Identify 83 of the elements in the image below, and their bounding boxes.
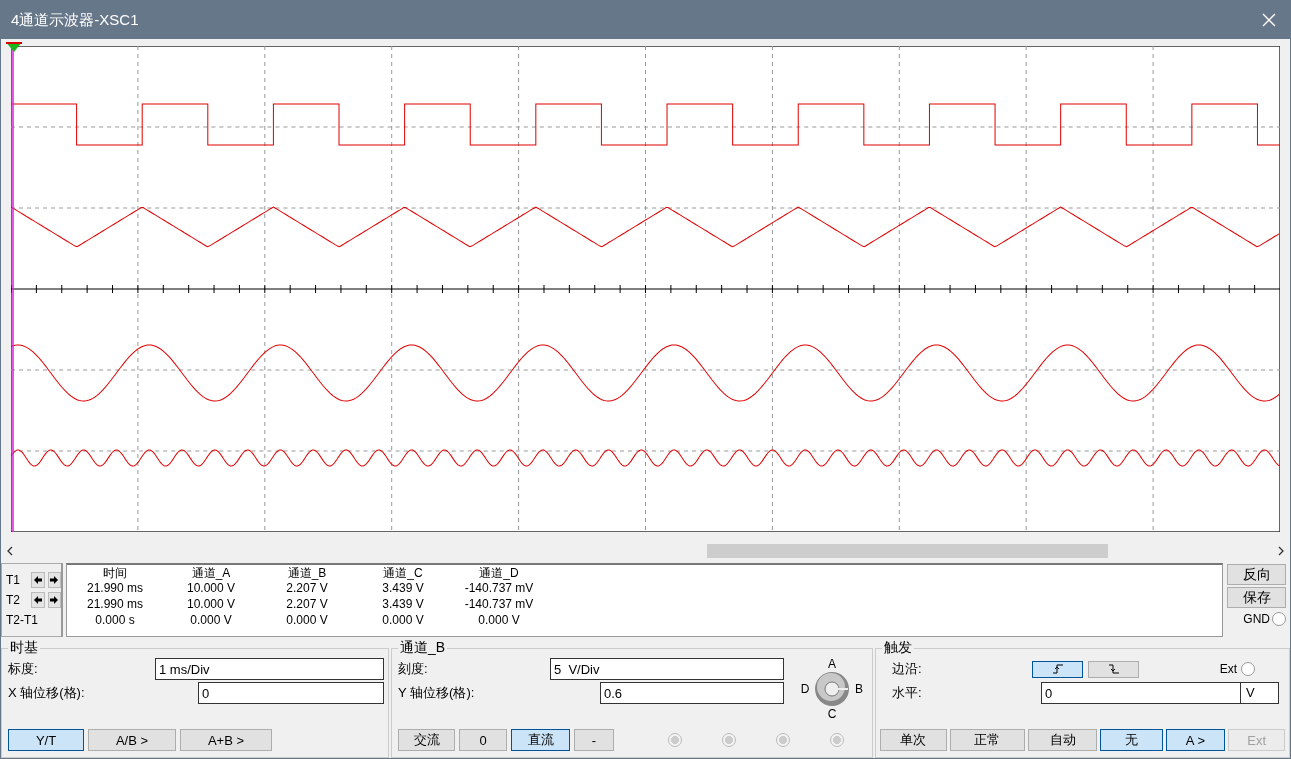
cursor-marker-icon[interactable] xyxy=(6,42,22,52)
edge-button[interactable] xyxy=(1088,660,1139,678)
table-cell-text: 21.990 ms xyxy=(85,597,144,613)
falling-edge-icon xyxy=(1107,664,1120,674)
left-arrow-icon xyxy=(32,575,43,585)
window-title: 4通道示波器-XSC1 xyxy=(11,10,139,30)
edge-button[interactable] xyxy=(1032,660,1083,678)
trigger-mode-button[interactable]: 无 xyxy=(1099,729,1163,751)
channel-radio[interactable] xyxy=(830,733,844,747)
table-cell-text: -140.737 mV xyxy=(463,581,535,597)
table-cell-text: 21.990 ms xyxy=(85,581,144,597)
right-arrow-icon xyxy=(49,595,60,605)
table-cell-text: 2.207 V xyxy=(285,581,329,597)
knob-label: D xyxy=(800,682,810,696)
coupling-button[interactable]: - xyxy=(574,729,614,751)
close-icon[interactable] xyxy=(1262,13,1276,27)
coupling-button[interactable]: 0 xyxy=(459,729,507,751)
channel-radio[interactable] xyxy=(722,733,736,747)
field-label: Y 轴位移(格): xyxy=(398,684,475,702)
table-cell-text: 0.000 V xyxy=(285,613,329,629)
group-title: 时基 xyxy=(9,639,39,657)
level-field[interactable]: 0 xyxy=(1041,682,1241,704)
knob-label: B xyxy=(855,682,863,696)
column-header: 通道_B xyxy=(286,565,328,581)
cursor-label: T2-T1 xyxy=(6,613,38,627)
field-label: 水平: xyxy=(892,684,923,702)
mode-button[interactable]: A+B > xyxy=(180,729,272,751)
table-cell-text: 0.000 V xyxy=(381,613,425,629)
channel-radio[interactable] xyxy=(668,733,682,747)
table-cell-text: 0.000 V xyxy=(189,613,233,629)
gnd-radio[interactable] xyxy=(1272,612,1286,626)
scale-field[interactable]: 1 ms/Div xyxy=(155,658,384,680)
channel-radio[interactable] xyxy=(776,733,790,747)
column-header: 时间 xyxy=(102,565,128,581)
trigger-mode-button[interactable]: 正常 xyxy=(949,729,1026,751)
table-cell-text: -140.737 mV xyxy=(463,597,535,613)
scroll-right-icon[interactable] xyxy=(1277,546,1285,556)
offset-field[interactable]: 0 xyxy=(198,682,384,704)
rising-edge-icon xyxy=(1051,664,1064,674)
mode-button[interactable]: Y/T xyxy=(8,729,84,751)
ext-label: Ext xyxy=(1219,662,1237,676)
table-cell-text: 3.439 V xyxy=(381,597,425,613)
knob-label: A xyxy=(828,657,836,671)
right-arrow-icon xyxy=(49,575,60,585)
move-right-button[interactable] xyxy=(47,592,61,608)
unit-label: V xyxy=(1241,682,1279,704)
trigger-mode-button[interactable]: 自动 xyxy=(1028,729,1097,751)
ext-radio[interactable] xyxy=(1241,662,1255,676)
scrollbar-thumb[interactable] xyxy=(707,544,1108,558)
move-left-button[interactable] xyxy=(31,592,45,608)
table-cell-text: 0.000 V xyxy=(477,613,521,629)
side-button[interactable]: 反向 xyxy=(1227,564,1286,585)
coupling-button[interactable]: 交流 xyxy=(398,729,455,751)
move-left-button[interactable] xyxy=(31,572,45,588)
scroll-left-icon[interactable] xyxy=(6,546,14,556)
trigger-mode-button[interactable]: A > xyxy=(1165,729,1226,751)
table-cell-text: 10.000 V xyxy=(185,597,236,613)
field-label: 边沿: xyxy=(892,660,923,678)
channel-knob[interactable] xyxy=(814,671,850,707)
table-cell-text: 10.000 V xyxy=(185,581,236,597)
table-cell-text: 3.439 V xyxy=(381,581,425,597)
scale-field[interactable]: 5 V/Div xyxy=(550,658,784,680)
group-title: 触发 xyxy=(883,639,913,657)
column-header: 通道_D xyxy=(478,565,520,581)
cursor-label: T2 xyxy=(6,593,21,607)
move-right-button[interactable] xyxy=(47,572,61,588)
table-cell-text: 2.207 V xyxy=(285,597,329,613)
coupling-button[interactable]: 直流 xyxy=(511,729,570,751)
mode-button[interactable]: A/B > xyxy=(88,729,176,751)
field-label: 刻度: xyxy=(398,660,428,678)
column-header: 通道_C xyxy=(382,565,424,581)
cursor-label: T1 xyxy=(6,573,21,587)
column-header: 通道_A xyxy=(190,565,232,581)
group-title: 通道_B xyxy=(399,639,447,657)
offset-field[interactable]: 0.6 xyxy=(600,682,784,704)
table-cell-text: 0.000 s xyxy=(94,613,136,629)
trigger-mode-button[interactable]: 单次 xyxy=(880,729,947,751)
left-arrow-icon xyxy=(32,595,43,605)
side-button[interactable]: 保存 xyxy=(1227,587,1286,608)
field-label: X 轴位移(格): xyxy=(8,684,85,702)
knob-label: C xyxy=(827,707,837,721)
field-label: 标度: xyxy=(8,660,38,678)
gnd-label: GND xyxy=(1243,612,1270,626)
